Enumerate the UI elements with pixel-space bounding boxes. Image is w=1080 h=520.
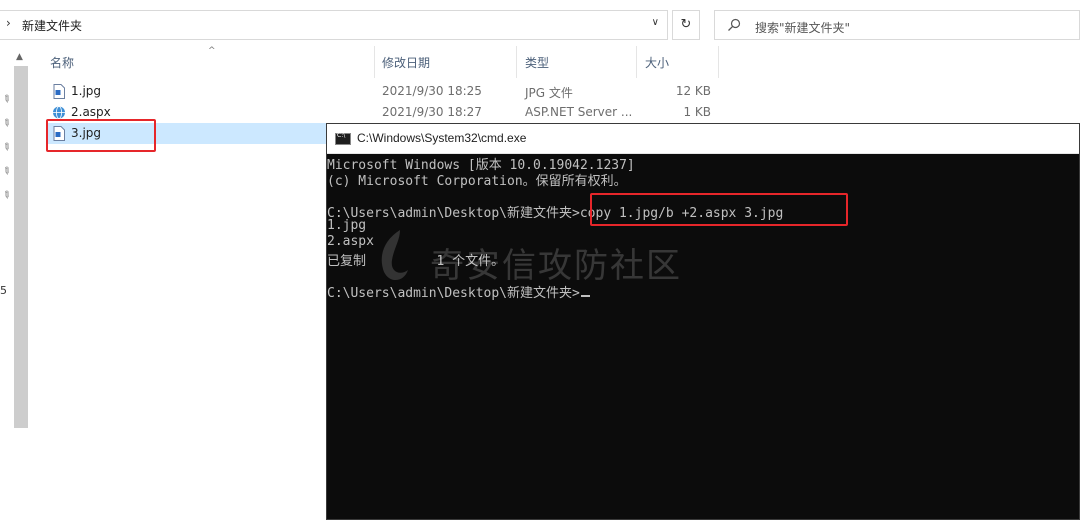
scroll-up-arrow-icon[interactable]: ▲ (16, 52, 23, 62)
nav-text-fragment: 5 (0, 284, 7, 297)
search-icon (728, 18, 741, 31)
watermark-text: 奇安信攻防社区 (430, 246, 682, 286)
breadcrumb-path[interactable]: 新建文件夹 (22, 17, 82, 34)
column-header-modified[interactable]: 修改日期 (382, 54, 430, 71)
watermark-logo-icon (381, 230, 408, 281)
file-name[interactable]: 2.aspx (71, 105, 111, 119)
address-bar[interactable]: › 新建文件夹 ∨ (0, 10, 668, 40)
console-line: (c) Microsoft Corporation。保留所有权利。 (327, 174, 627, 189)
prompt-text: C:\Users\admin\Desktop\新建文件夹> (327, 286, 580, 301)
pin-icon: ✎ (0, 140, 13, 155)
column-divider[interactable] (718, 46, 719, 78)
pin-icon: ✎ (0, 188, 13, 203)
navigation-pane: ▲ ✎ ✎ ✎ ✎ ✎ 5 (0, 46, 30, 520)
console-line: 1.jpg (327, 218, 367, 233)
column-header-name[interactable]: 名称 (50, 54, 74, 71)
sort-ascending-icon: ^ (208, 46, 216, 56)
search-box[interactable]: 搜索"新建文件夹" (714, 10, 1080, 40)
pin-icon: ✎ (0, 164, 13, 179)
highlight-box (46, 119, 156, 152)
column-header-size[interactable]: 大小 (645, 54, 669, 71)
file-name[interactable]: 1.jpg (71, 84, 101, 98)
nav-scrollbar-thumb[interactable] (14, 66, 28, 428)
cmd-window[interactable]: C:\Windows\System32\cmd.exe Microsoft Wi… (326, 123, 1080, 520)
file-row[interactable]: 1.jpg 2021/9/30 18:25 JPG 文件 12 KB (46, 81, 726, 102)
pin-icon: ✎ (0, 116, 13, 131)
aspx-file-icon (53, 106, 65, 119)
pin-icon: ✎ (0, 92, 13, 107)
text-cursor (580, 295, 590, 297)
file-size: 1 KB (683, 105, 711, 119)
refresh-button[interactable]: ↻ (672, 10, 700, 40)
column-divider[interactable] (374, 46, 375, 78)
file-modified: 2021/9/30 18:27 (382, 105, 482, 119)
file-type: JPG 文件 (525, 86, 573, 100)
breadcrumb-chevron-icon[interactable]: › (6, 16, 11, 30)
cmd-title-bar[interactable]: C:\Windows\System32\cmd.exe (327, 124, 1079, 154)
console-line: 2.aspx (327, 234, 374, 249)
search-input[interactable]: 搜索"新建文件夹" (755, 19, 850, 36)
address-dropdown-icon[interactable]: ∨ (652, 17, 659, 28)
file-modified: 2021/9/30 18:25 (382, 84, 482, 98)
column-divider[interactable] (516, 46, 517, 78)
column-divider[interactable] (636, 46, 637, 78)
column-header-type[interactable]: 类型 (525, 54, 549, 71)
explorer-address-row: › 新建文件夹 ∨ ↻ 搜索"新建文件夹" (0, 0, 1080, 46)
file-size: 12 KB (675, 84, 711, 98)
file-type: ASP.NET Server ... (525, 105, 633, 119)
highlight-box (590, 193, 848, 226)
console-icon (335, 132, 351, 145)
jpg-file-icon (53, 84, 65, 99)
cmd-title: C:\Windows\System32\cmd.exe (357, 131, 527, 145)
